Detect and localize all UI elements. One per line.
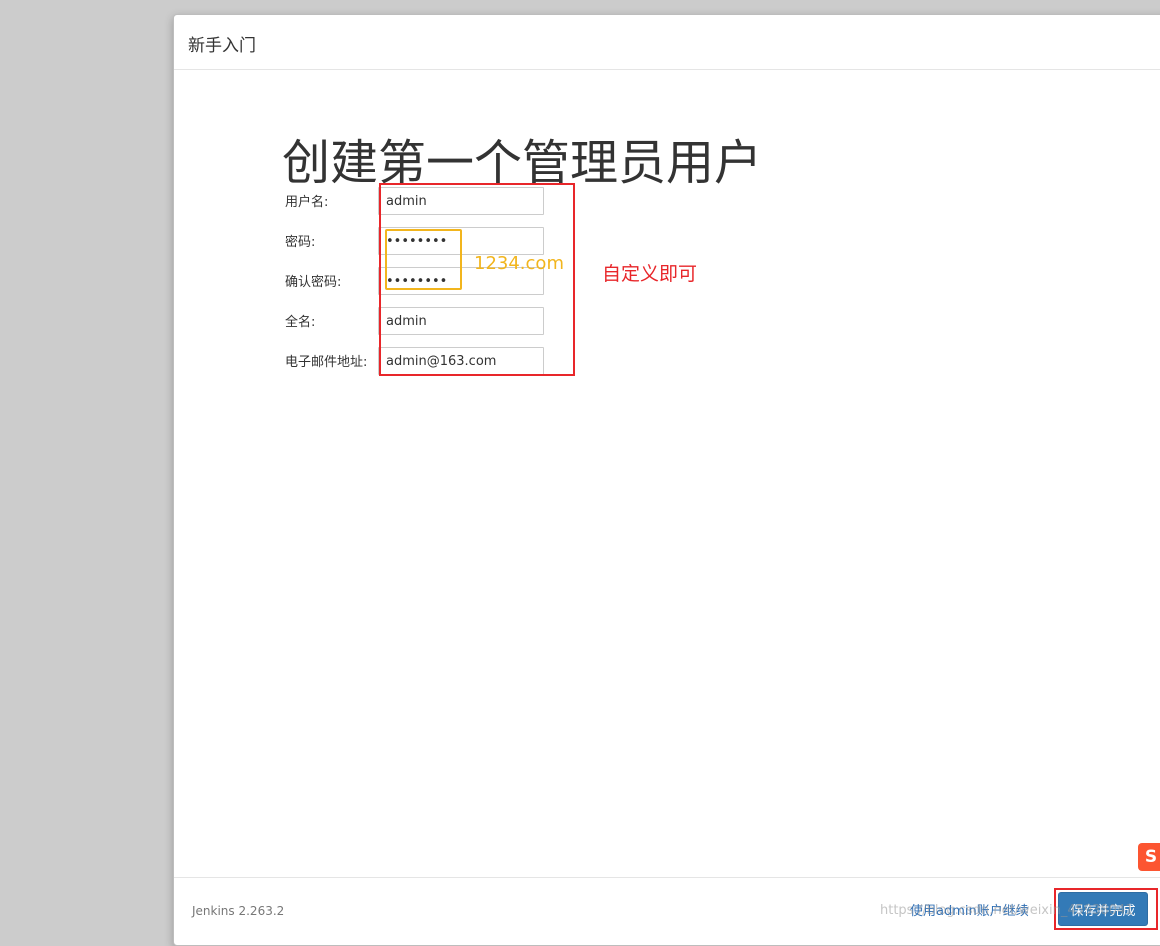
dialog-title: 新手入门 [188,36,256,56]
custom-note-annotation: 自定义即可 [602,263,698,285]
confirm-password-label: 确认密码: [285,275,342,290]
password-highlight-box [385,229,462,290]
button-highlight-box [1054,888,1158,930]
dialog-header: 新手入门 [174,15,1160,70]
password-label: 密码: [285,235,316,250]
fullname-label: 全名: [285,315,316,330]
username-label: 用户名: [285,195,329,210]
email-label: 电子邮件地址: [285,355,368,370]
csdn-logo-icon: S [1138,843,1160,871]
password-hint-annotation: 1234.com [474,253,564,274]
setup-dialog: 新手入门 创建第一个管理员用户 用户名: 密码: 确认密码: 全名: 电子邮件地… [173,14,1160,946]
continue-as-admin-link[interactable]: 使用admin账户继续 [910,900,1029,919]
version-label: Jenkins 2.263.2 [192,904,285,918]
dialog-footer: Jenkins 2.263.2 使用admin账户继续 保存并完成 [174,877,1160,946]
